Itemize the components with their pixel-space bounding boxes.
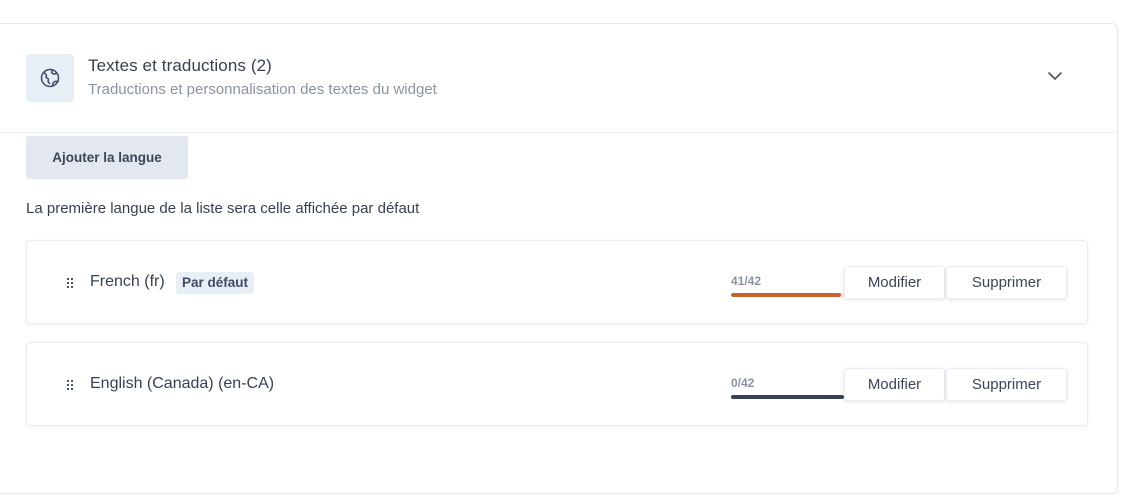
progress-track xyxy=(731,293,844,297)
translation-progress: 41/42 xyxy=(731,274,844,300)
globe-icon xyxy=(26,54,74,102)
translation-progress: 0/42 xyxy=(731,376,844,402)
progress-label: 41/42 xyxy=(731,274,762,288)
progress-track xyxy=(731,395,844,399)
language-name: French (fr) xyxy=(90,273,165,290)
drag-handle-icon[interactable] xyxy=(66,378,74,390)
progress-label: 0/42 xyxy=(731,376,755,390)
delete-button[interactable]: Supprimer xyxy=(946,266,1067,299)
progress-fill xyxy=(731,293,842,297)
default-badge: Par défaut xyxy=(176,272,255,294)
language-row: English (Canada) (en-CA) 0/42 Modifier S… xyxy=(26,342,1088,426)
chevron-down-icon[interactable] xyxy=(1044,69,1066,83)
section-subtitle: Traductions et personnalisation des text… xyxy=(88,81,437,98)
delete-button[interactable]: Supprimer xyxy=(946,368,1067,401)
edit-button[interactable]: Modifier xyxy=(844,368,945,401)
language-row: French (fr) Par défaut 41/42 Modifier Su… xyxy=(26,240,1088,324)
drag-handle-icon[interactable] xyxy=(66,276,74,288)
language-name: English (Canada) (en-CA) xyxy=(90,375,275,392)
default-language-hint: La première langue de la liste sera cell… xyxy=(26,200,420,217)
panel-header[interactable]: Textes et traductions (2) Traductions et… xyxy=(0,24,1117,133)
edit-button[interactable]: Modifier xyxy=(844,266,945,299)
add-language-button[interactable]: Ajouter la langue xyxy=(26,136,188,179)
section-title: Textes et traductions (2) xyxy=(88,56,272,75)
